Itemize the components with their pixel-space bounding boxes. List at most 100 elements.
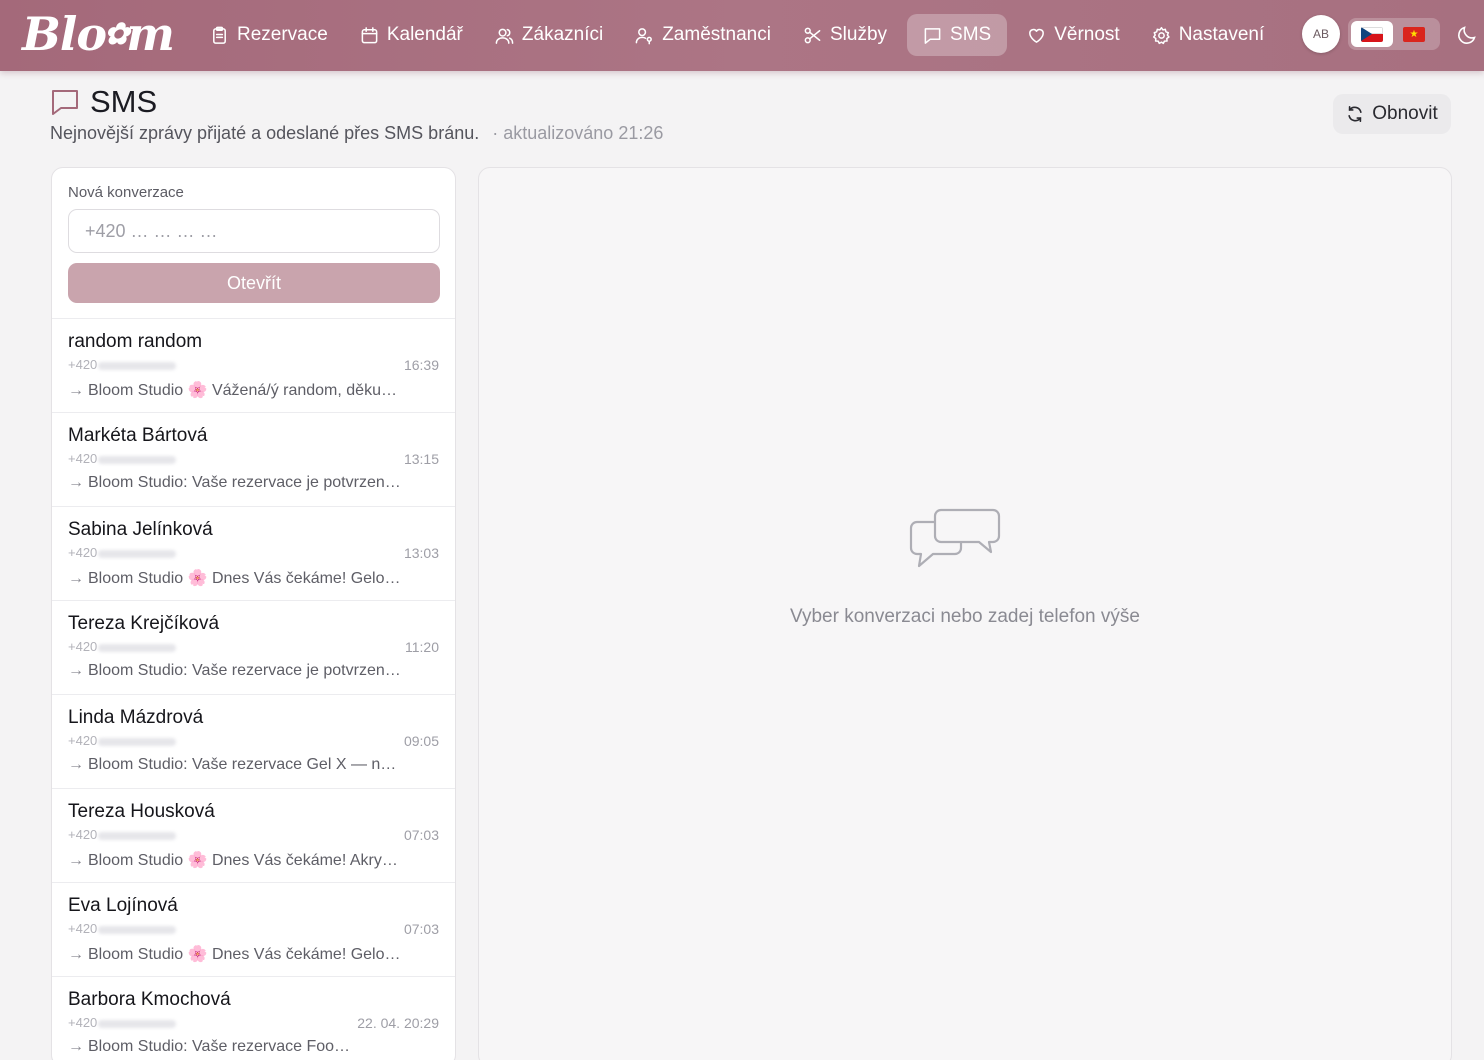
message-time: 07:03 bbox=[403, 920, 439, 937]
language-vi-button[interactable]: ★ bbox=[1393, 21, 1435, 47]
conversation-item[interactable]: Tereza Krejčíková +420 11:20 → Bloom Studio:… bbox=[52, 601, 455, 695]
dark-mode-toggle[interactable] bbox=[1456, 24, 1478, 46]
nav-item-kalendar[interactable]: Kalendář bbox=[348, 14, 475, 56]
contact-name: Eva Lojínová bbox=[68, 895, 178, 916]
message-preview-text: Bloom Studio: Vaše rezervace je potvrzen… bbox=[88, 474, 401, 491]
phone-input[interactable] bbox=[68, 209, 440, 253]
conversation-item[interactable]: Markéta Bártová +420 13:15 → Bloom Studio: V… bbox=[52, 413, 455, 507]
phone-row: +420 07:03 bbox=[68, 826, 439, 843]
nav-label: Rezervace bbox=[237, 24, 328, 45]
nav-item-vernost[interactable]: Věrnost bbox=[1015, 14, 1131, 56]
message-time: 13:15 bbox=[403, 450, 439, 467]
conversation-item[interactable]: Eva Lojínová +420 07:03 → Bloom Studio 🌸 Dne… bbox=[52, 883, 455, 977]
contact-phone: +420 bbox=[68, 733, 177, 748]
contact-phone: +420 bbox=[68, 545, 177, 560]
redacted-phone-number bbox=[98, 831, 177, 840]
message-preview: → Bloom Studio 🌸 Vážená/ý random, děku… bbox=[68, 380, 439, 400]
user-key-icon bbox=[635, 27, 653, 44]
outgoing-arrow-icon: → bbox=[68, 852, 84, 869]
nav-label: Kalendář bbox=[386, 24, 463, 45]
phone-prefix: +420 bbox=[68, 639, 98, 654]
message-time: 16:39 bbox=[403, 356, 439, 373]
message-preview-text: Bloom Studio 🌸 Vážená/ý random, děku… bbox=[88, 382, 397, 399]
redacted-phone-number bbox=[98, 925, 177, 934]
refresh-button[interactable]: Obnovit bbox=[1333, 94, 1451, 134]
user-avatar[interactable]: AB bbox=[1302, 15, 1340, 53]
page-title: SMS bbox=[50, 84, 157, 120]
redacted-phone-number bbox=[98, 549, 177, 558]
nav-item-sluzby[interactable]: Služby bbox=[791, 14, 899, 56]
message-preview: → Bloom Studio 🌸 Dnes Vás čekáme! Akry… bbox=[68, 850, 439, 870]
redacted-phone-number bbox=[98, 455, 177, 464]
contact-name: Sabina Jelínková bbox=[68, 519, 213, 540]
clipboard-icon bbox=[213, 26, 226, 44]
message-preview-text: Bloom Studio: Vaše rezervace Foo… bbox=[88, 1038, 351, 1055]
conversation-item[interactable]: Linda Mázdrová +420 09:05 → Bloom Studio: Va… bbox=[52, 695, 455, 789]
contact-name: Barbora Kmochová bbox=[68, 989, 231, 1010]
phone-prefix: +420 bbox=[68, 357, 98, 372]
moon-icon bbox=[1458, 26, 1476, 44]
nav-item-nastaveni[interactable]: Nastavení bbox=[1140, 14, 1277, 56]
conversation-item[interactable]: Sabina Jelínková +420 13:03 → Bloom Studio 🌸… bbox=[52, 507, 455, 601]
nav-item-zamestnanci[interactable]: Zaměstnanci bbox=[623, 14, 783, 56]
conversation-item[interactable]: Tereza Housková +420 07:03 → Bloom Studio 🌸 … bbox=[52, 789, 455, 883]
conversation-item[interactable]: Barbora Kmochová +420 22. 04. 20:29 → Bloom … bbox=[52, 977, 455, 1060]
refresh-icon bbox=[1348, 105, 1362, 123]
phone-row: +420 22. 04. 20:29 bbox=[68, 1014, 439, 1031]
gear-icon bbox=[1152, 26, 1170, 44]
nav-label: Služby bbox=[829, 24, 888, 45]
phone-prefix: +420 bbox=[68, 733, 98, 748]
phone-prefix: +420 bbox=[68, 921, 98, 936]
contact-name: Tereza Housková bbox=[68, 801, 215, 822]
contact-phone: +420 bbox=[68, 451, 177, 466]
contact-name: Linda Mázdrová bbox=[68, 707, 204, 728]
nav-item-zakaznici[interactable]: Zákazníci bbox=[483, 14, 615, 56]
nav-item-sms[interactable]: SMS bbox=[907, 14, 1008, 56]
redacted-phone-number bbox=[98, 737, 177, 746]
language-cs-button[interactable] bbox=[1351, 21, 1393, 47]
conversation-list: random random +420 16:39 → Bloom Studio 🌸 Vá… bbox=[52, 319, 455, 1060]
phone-row: +420 16:39 bbox=[68, 356, 439, 373]
language-switcher: ★ bbox=[1348, 18, 1440, 50]
message-preview: → Bloom Studio: Vaše rezervace je potvrze… bbox=[68, 662, 439, 680]
nav-label: SMS bbox=[950, 24, 992, 45]
outgoing-arrow-icon: → bbox=[68, 570, 84, 587]
redacted-phone-number bbox=[98, 643, 177, 652]
phone-row: +420 09:05 bbox=[68, 732, 439, 749]
new-conversation-form: Nová konverzace Otevřít bbox=[52, 168, 455, 319]
bloom-logo[interactable]: Blo✿m bbox=[22, 4, 175, 64]
nav-item-rezervace[interactable]: Rezervace bbox=[198, 14, 340, 56]
message-preview-text: Bloom Studio 🌸 Dnes Vás čekáme! Gelo… bbox=[88, 570, 401, 587]
phone-row: +420 13:15 bbox=[68, 450, 439, 467]
phone-prefix: +420 bbox=[68, 451, 98, 466]
top-navigation-bar: Blo✿m Rezervace Kalendář Zákazníci Zaměs… bbox=[0, 0, 1484, 71]
nav-label: Zaměstnanci bbox=[662, 24, 771, 45]
new-conversation-label: Nová konverzace bbox=[68, 184, 184, 201]
outgoing-arrow-icon: → bbox=[68, 756, 84, 773]
redacted-phone-number bbox=[98, 1019, 177, 1028]
nav-label: Zákazníci bbox=[521, 24, 604, 45]
open-conversation-button[interactable]: Otevřít bbox=[68, 263, 440, 303]
message-preview-text: Bloom Studio 🌸 Dnes Vás čekáme! Akry… bbox=[88, 852, 398, 869]
message-time: 13:03 bbox=[403, 544, 439, 561]
outgoing-arrow-icon: → bbox=[68, 662, 84, 679]
nav-label: Věrnost bbox=[1054, 24, 1120, 45]
nav-label: Nastavení bbox=[1178, 24, 1265, 45]
contact-phone: +420 bbox=[68, 827, 177, 842]
conversation-item[interactable]: random random +420 16:39 → Bloom Studio 🌸 Vá… bbox=[52, 319, 455, 413]
redacted-phone-number bbox=[98, 361, 177, 370]
outgoing-arrow-icon: → bbox=[68, 474, 84, 491]
contact-name: Tereza Krejčíková bbox=[68, 613, 220, 634]
contact-phone: +420 bbox=[68, 357, 177, 372]
message-icon bbox=[924, 27, 941, 44]
czech-flag-icon bbox=[1361, 26, 1383, 42]
contact-phone: +420 bbox=[68, 639, 177, 654]
outgoing-arrow-icon: → bbox=[68, 382, 84, 399]
phone-prefix: +420 bbox=[68, 827, 98, 842]
chat-bubbles-icon bbox=[905, 496, 1005, 576]
calendar-icon bbox=[361, 26, 378, 43]
updated-timestamp: · aktualizováno 21:26 bbox=[492, 123, 664, 143]
vietnam-flag-icon: ★ bbox=[1403, 26, 1425, 42]
conversation-list-panel: Nová konverzace Otevřít random random +42… bbox=[51, 167, 456, 1060]
phone-row: +420 07:03 bbox=[68, 920, 439, 937]
